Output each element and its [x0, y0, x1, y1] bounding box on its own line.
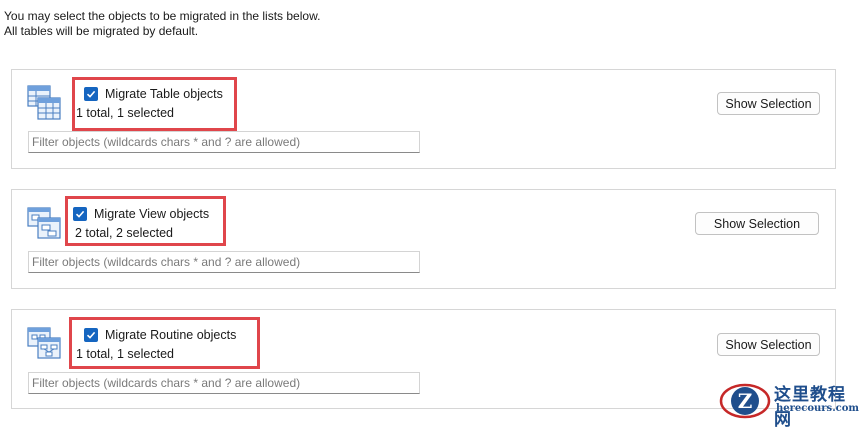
watermark-z-logo-icon: Z: [719, 383, 771, 419]
migrate-routine-label: Migrate Routine objects: [105, 328, 237, 342]
migrate-table-checkbox[interactable]: [84, 87, 98, 101]
view-show-selection-button[interactable]: Show Selection: [695, 212, 819, 235]
view-filter-input[interactable]: [28, 251, 420, 273]
intro-line-2: All tables will be migrated by default.: [4, 24, 199, 38]
table-objects-panel: Migrate Table objects 1 total, 1 selecte…: [11, 69, 836, 169]
checkmark-icon: [75, 210, 85, 218]
migrate-view-checkbox-row[interactable]: Migrate View objects: [73, 207, 209, 221]
routine-objects-icon: [27, 327, 61, 359]
routine-count-text: 1 total, 1 selected: [76, 347, 174, 361]
migrate-table-label: Migrate Table objects: [105, 87, 223, 101]
routine-objects-panel: Migrate Routine objects 1 total, 1 selec…: [11, 309, 836, 409]
watermark-logo-letter: Z: [738, 389, 753, 413]
table-filter-input[interactable]: [28, 131, 420, 153]
view-objects-panel: Migrate View objects 2 total, 2 selected…: [11, 189, 836, 289]
routine-show-selection-button[interactable]: Show Selection: [717, 333, 820, 356]
watermark-logo: Z 这里教程网 herecours.com: [718, 380, 863, 430]
checkmark-icon: [86, 331, 96, 339]
intro-line-1: You may select the objects to be migrate…: [4, 9, 321, 23]
view-objects-icon: [27, 207, 61, 239]
migrate-view-label: Migrate View objects: [94, 207, 210, 221]
highlight-box: [72, 77, 237, 131]
migrate-routine-checkbox[interactable]: [84, 328, 98, 342]
intro-text: You may select the objects to be migrate…: [4, 9, 320, 39]
migrate-table-checkbox-row[interactable]: Migrate Table objects: [84, 87, 223, 101]
migrate-view-checkbox[interactable]: [73, 207, 87, 221]
checkmark-icon: [86, 90, 96, 98]
watermark-url: herecours.com: [776, 403, 860, 414]
table-count-text: 1 total, 1 selected: [76, 106, 174, 120]
view-count-text: 2 total, 2 selected: [75, 226, 173, 240]
migrate-routine-checkbox-row[interactable]: Migrate Routine objects: [84, 328, 236, 342]
table-show-selection-button[interactable]: Show Selection: [717, 92, 820, 115]
routine-filter-input[interactable]: [28, 372, 420, 394]
table-objects-icon: [27, 85, 61, 120]
highlight-box: [69, 317, 260, 369]
